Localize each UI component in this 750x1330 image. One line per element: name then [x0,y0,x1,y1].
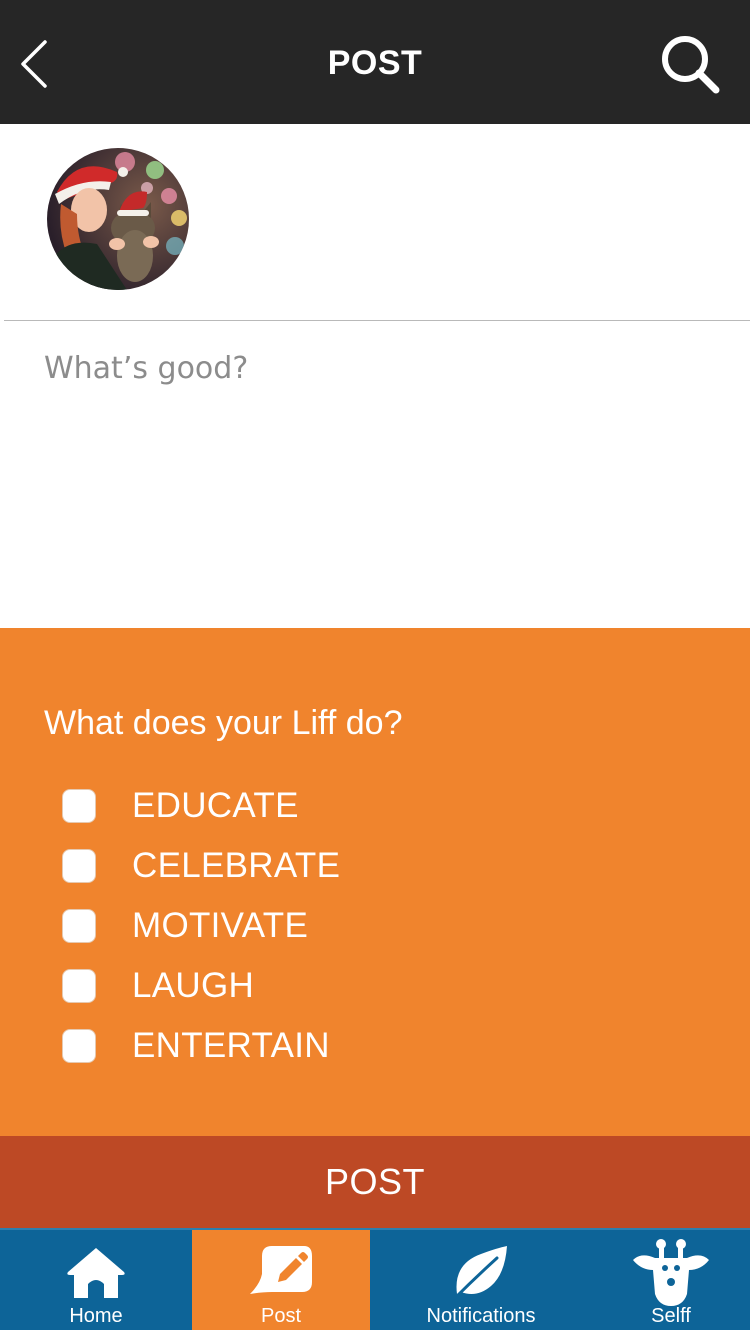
checkbox[interactable] [62,849,96,883]
option-celebrate[interactable]: CELEBRATE [62,836,340,896]
option-label: ENTERTAIN [132,1026,330,1065]
nav-item-home[interactable]: Home [0,1230,192,1330]
search-icon [662,36,720,94]
nav-label: Notifications [426,1305,536,1327]
house-icon [67,1248,125,1298]
page-title: POST [327,44,423,82]
category-panel: What does your Liff do? EDUCATE CELEBRAT… [0,628,750,1136]
post-text-input[interactable] [44,351,704,601]
compose-area [0,321,750,628]
giraffe-icon [633,1239,709,1306]
category-options: EDUCATE CELEBRATE MOTIVATE LAUGH ENTERTA… [62,776,340,1076]
option-label: LAUGH [132,966,255,1005]
checkbox[interactable] [62,909,96,943]
checkbox[interactable] [62,789,96,823]
post-button[interactable]: POST [0,1136,750,1228]
search-button[interactable] [660,34,722,96]
option-motivate[interactable]: MOTIVATE [62,896,340,956]
nav-label: Home [69,1305,123,1327]
top-bar: POST [0,0,750,124]
bottom-nav: Home Post Notifications Selff [0,1228,750,1330]
avatar-photo [47,148,189,290]
option-label: MOTIVATE [132,906,309,945]
option-label: EDUCATE [132,786,299,825]
option-laugh[interactable]: LAUGH [62,956,340,1016]
checkbox[interactable] [62,1029,96,1063]
category-question: What does your Liff do? [44,704,403,742]
leaf-icon [453,1246,507,1300]
profile-area [0,124,750,320]
nav-item-notifications[interactable]: Notifications [370,1230,592,1330]
nav-item-selff[interactable]: Selff [592,1230,750,1330]
option-label: CELEBRATE [132,846,341,885]
nav-label: Post [260,1305,302,1327]
checkbox[interactable] [62,969,96,1003]
app-screen: POST What’s good? What does your Liff do… [0,0,750,1330]
nav-item-post[interactable]: Post [192,1230,370,1330]
avatar[interactable] [47,148,189,290]
option-educate[interactable]: EDUCATE [62,776,340,836]
pencil-icon [250,1246,312,1294]
nav-label: Selff [651,1305,691,1327]
option-entertain[interactable]: ENTERTAIN [62,1016,340,1076]
